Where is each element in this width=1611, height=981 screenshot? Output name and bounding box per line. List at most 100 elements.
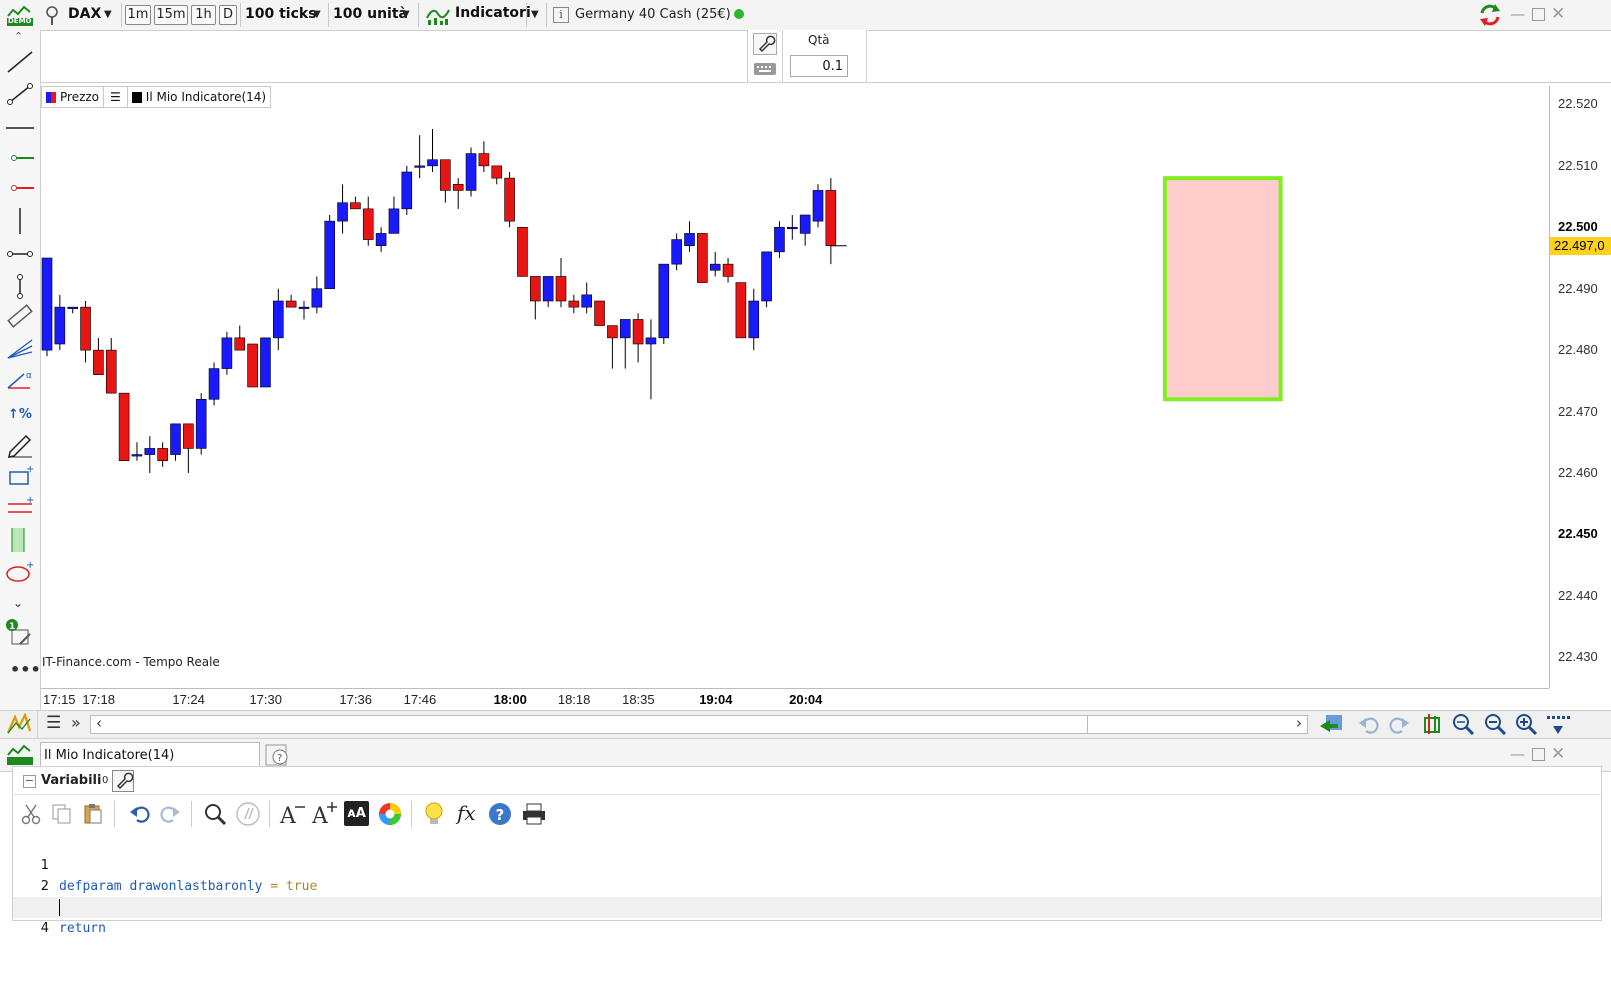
help-doc-icon[interactable]: ? [264,743,292,767]
ellipse-tool-icon[interactable]: + [4,558,36,586]
font-style-icon[interactable]: ᴀA [344,801,369,826]
maximize-icon[interactable] [1532,8,1545,21]
comment-icon[interactable] [235,801,261,827]
candle-down [697,233,708,283]
code-editor[interactable]: 1 defparam drawonlastbaronly = true 2 Dr… [12,832,1602,936]
units-selector[interactable]: 100 unità [333,6,408,22]
code-text[interactable]: return [59,918,106,939]
zoom-fit-icon[interactable] [1450,712,1476,736]
scroll-left-button[interactable]: ‹ [96,714,102,732]
toolbar-scroll-down-icon[interactable]: ⌄ [13,596,23,610]
menu-icon[interactable]: ☰ [46,713,61,733]
ticks-selector[interactable]: 100 ticks [245,6,317,22]
lightbulb-icon[interactable] [423,801,445,827]
bars-settings-icon[interactable] [1545,712,1571,736]
sync-icon[interactable] [1478,3,1502,27]
line-number: 4 [40,921,49,936]
variables-settings-wrench-icon[interactable] [112,770,134,792]
vertical-segment-tool-icon[interactable] [4,272,36,300]
editor-redo-icon[interactable] [159,803,183,825]
close-icon[interactable]: ✕ [1551,4,1565,24]
horizontal-segment-tool-icon[interactable] [4,240,36,268]
indicators-icon[interactable] [425,4,451,26]
pencil-tool-icon[interactable] [4,430,36,458]
time-axis[interactable]: 17:15 17:18 17:24 17:30 17:36 17:46 18:00 18:18… [41,688,1549,711]
channel-tool-icon[interactable]: + [4,494,36,522]
prorealtime-logo-icon[interactable] [5,712,33,735]
price-legend-item[interactable]: Prezzo [42,87,105,107]
variables-count: 0 [102,775,109,786]
indicator-legend-item[interactable]: Il Mio Indicatore(14) [128,87,270,107]
more-chevron-icon[interactable]: » [71,713,81,732]
sell-level-tool-icon[interactable] [4,174,36,202]
ticks-dropdown-icon[interactable]: ▼ [313,9,321,20]
help-icon[interactable]: ? [487,801,513,827]
horizontal-line-tool-icon[interactable] [4,114,36,142]
editor-close-icon[interactable]: ✕ [1551,744,1565,764]
order-settings-wrench-icon[interactable] [753,33,777,55]
editor-maximize-icon[interactable] [1532,748,1545,761]
percent-tool-icon[interactable]: ↑% [4,398,36,426]
scroll-right-button[interactable]: › [1296,714,1302,732]
angle-tool-icon[interactable]: α [4,366,36,394]
copy-icon[interactable] [51,803,73,825]
price-chart[interactable]: Prezzo ☰ Il Mio Indicatore(14) IT-Financ… [41,86,1549,688]
code-line[interactable]: 2 DrawRectangle(BarIndex + 26,highest[20… [13,855,1601,915]
more-tools-icon[interactable]: ••• [10,660,41,679]
zoom-in-icon[interactable] [1513,712,1539,736]
candlestick-chart-svg[interactable] [41,86,1549,688]
indicators-dropdown-icon[interactable]: ▼ [531,9,539,20]
decrease-font-icon[interactable]: A [279,801,307,827]
toolbar-scroll-up-icon[interactable]: ⌃ [14,30,23,43]
minimize-icon[interactable]: — [1510,5,1525,23]
paste-icon[interactable] [82,802,104,826]
indicators-button[interactable]: Indicatori [455,5,531,21]
editor-minimize-icon[interactable]: — [1510,745,1525,763]
buy-level-tool-icon[interactable] [4,144,36,172]
instrument-selector[interactable]: DAX [68,6,101,22]
color-picker-icon[interactable] [377,801,403,827]
keyboard-icon[interactable] [753,61,777,77]
segment-tool-icon[interactable] [4,80,36,108]
units-dropdown-icon[interactable]: ▼ [402,9,410,20]
market-status-dot [734,9,744,19]
print-icon[interactable] [521,802,547,826]
rectangle-tool-icon[interactable]: + [4,462,36,490]
candle-down [118,392,130,462]
increase-font-icon[interactable]: A [311,801,339,827]
instrument-search-icon[interactable] [44,4,62,26]
code-line[interactable]: 1 defparam drawonlastbaronly = true [13,834,1601,894]
function-icon[interactable]: 𝑓x [457,801,476,825]
timeframe-1h-button[interactable]: 1h [191,5,216,25]
ruler-tool-icon[interactable] [4,302,36,330]
go-to-end-icon[interactable] [1318,712,1346,736]
cut-icon[interactable] [20,803,42,825]
instrument-dropdown-icon[interactable]: ▼ [104,9,112,20]
timeframe-1m-button[interactable]: 1m [125,5,151,25]
editor-undo-icon[interactable] [127,803,151,825]
collapse-variables-icon[interactable]: − [23,775,36,788]
undo-icon[interactable] [1356,713,1380,735]
indicator-name-field[interactable]: Il Mio Indicatore(14) [40,742,260,767]
info-icon[interactable]: i [553,7,569,23]
legend-list-icon[interactable]: ☰ [104,87,128,107]
vertical-line-tool-icon[interactable] [4,206,36,234]
chart-scrollbar[interactable]: ‹ › [90,714,1308,734]
alerts-tool-icon[interactable]: 1 [4,618,36,646]
editor-toolbar: A A ᴀA 𝑓x ? [12,794,1602,834]
vertical-range-tool-icon[interactable] [4,526,36,554]
redo-icon[interactable] [1388,713,1412,735]
candle-up [774,226,785,253]
timeframe-15m-button[interactable]: 15m [154,5,188,25]
find-icon[interactable] [203,802,227,826]
current-price-marker: 22.497,0 [1550,236,1611,255]
qty-input[interactable]: 0.1 [790,55,848,77]
fan-tool-icon[interactable] [4,334,36,362]
zoom-out-icon[interactable] [1482,712,1508,736]
code-line[interactable]: 3 return [13,876,1601,936]
code-line-current[interactable]: 4 [13,897,1601,936]
auto-scale-icon[interactable] [1420,712,1444,736]
price-axis[interactable]: 22.520 22.510 22.500 22.490 22.480 22.470 22.4… [1549,86,1611,688]
line-tool-icon[interactable] [4,48,36,76]
timeframe-d-button[interactable]: D [219,5,237,25]
